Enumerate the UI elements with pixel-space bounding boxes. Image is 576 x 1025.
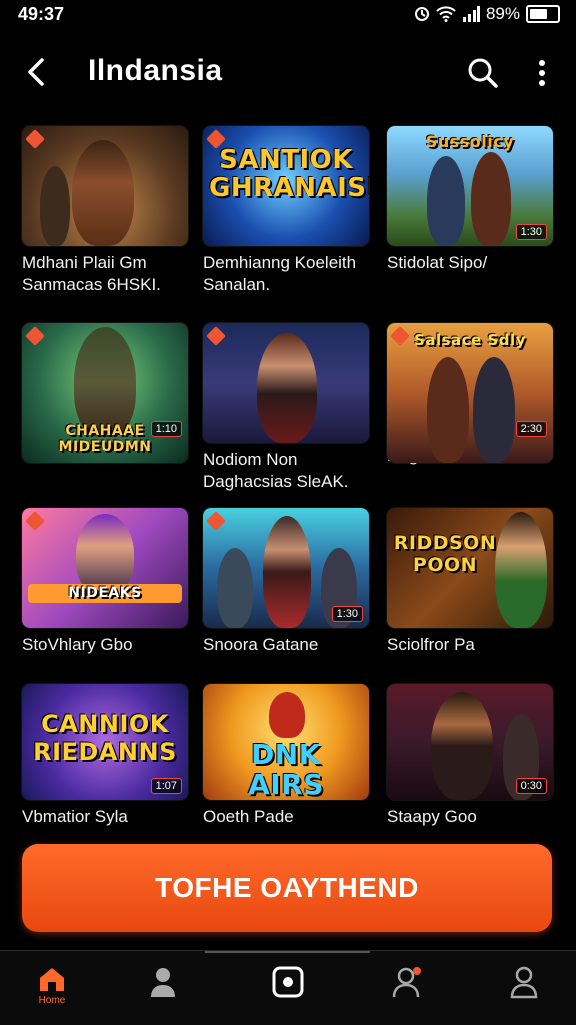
duration-badge: 1:30 bbox=[331, 606, 363, 622]
game-thumbnail: Salsace Sdly 2:30 bbox=[387, 323, 553, 463]
game-thumbnail: 1:30 bbox=[203, 508, 369, 628]
game-thumbnail: CHAHAAE MIDEUDMN 1:10 bbox=[22, 323, 188, 463]
home-icon bbox=[40, 968, 64, 991]
game-thumbnail bbox=[22, 126, 188, 246]
game-logo: Sussolicy bbox=[425, 132, 515, 151]
game-logo: SANTIOK GHRANAISN bbox=[209, 145, 369, 203]
duration-badge: 1:30 bbox=[515, 224, 547, 240]
nav-item-profile[interactable] bbox=[133, 965, 193, 1021]
game-card[interactable]: CHAHAAE MIDEUDMN 1:10 bbox=[22, 323, 188, 463]
game-card[interactable]: CANNIOK RIEDANNS 1:07 Vbmatior Syla bbox=[22, 684, 188, 828]
bottom-nav: Home bbox=[0, 950, 576, 1025]
game-logo: DNK AIRS bbox=[248, 738, 324, 800]
game-logo: NIDEAKS bbox=[28, 584, 182, 603]
game-logo: RIDDSON POON bbox=[393, 532, 497, 576]
game-thumbnail: DNK AIRS bbox=[203, 684, 369, 800]
profile-icon bbox=[151, 968, 175, 997]
duration-badge: 2:30 bbox=[515, 421, 547, 437]
game-thumbnail bbox=[203, 323, 369, 443]
game-logo: Salsace Sdly bbox=[414, 331, 526, 349]
duration-badge: 1:10 bbox=[150, 421, 182, 437]
nav-indicator bbox=[205, 951, 370, 953]
game-title: Ooeth Pade bbox=[203, 807, 294, 826]
game-thumbnail: CANNIOK RIEDANNS 1:07 bbox=[22, 684, 188, 800]
game-subtitle: Sanalan. bbox=[203, 275, 271, 294]
duration-badge: 1:07 bbox=[150, 778, 182, 794]
game-card[interactable]: Sussolicy 1:30 Stidolat Sipo/ bbox=[387, 126, 553, 274]
game-title: Stidolat Sipo/ bbox=[387, 253, 488, 272]
game-thumbnail: 0:30 bbox=[387, 684, 553, 800]
game-thumbnail: NIDEAKS bbox=[22, 508, 188, 628]
game-card[interactable]: NIDEAKS StoVhlary Gbo bbox=[22, 508, 188, 656]
game-subtitle: Daghacsias SleAK. bbox=[203, 472, 349, 491]
game-card[interactable]: Salsace Sdly 2:30 Dagai bbox=[387, 323, 553, 467]
nav-item-home[interactable]: Home bbox=[22, 965, 82, 1021]
nav-item-camera[interactable] bbox=[258, 965, 318, 1021]
game-title: Snoora Gatane bbox=[203, 635, 319, 654]
game-card[interactable]: SANTIOK GHRANAISN Demhianng Koeleith San… bbox=[203, 126, 369, 296]
game-thumbnail: SANTIOK GHRANAISN bbox=[203, 126, 369, 246]
game-logo: CANNIOK RIEDANNS bbox=[33, 710, 177, 766]
game-thumbnail: Sussolicy 1:30 bbox=[387, 126, 553, 246]
game-card[interactable]: Nodiom Non Daghacsias SleAK. bbox=[203, 323, 369, 493]
duration-badge: 0:30 bbox=[515, 778, 547, 794]
game-card[interactable]: 0:30 Staapy Goo bbox=[387, 684, 553, 828]
game-title: Vbmatior Syla bbox=[22, 807, 128, 826]
game-card[interactable]: 1:30 Snoora Gatane bbox=[203, 508, 369, 656]
game-title: StoVhlary Gbo bbox=[22, 635, 133, 654]
game-thumbnail: RIDDSON POON bbox=[387, 508, 553, 628]
user-icon bbox=[510, 966, 538, 999]
game-title: Staapy Goo bbox=[387, 807, 477, 826]
game-title: Mdhani Plaii Gm bbox=[22, 253, 147, 272]
game-title: Demhianng Koeleith bbox=[203, 253, 357, 272]
game-subtitle: Sanmacas 6HSKI. bbox=[22, 275, 161, 294]
game-card[interactable]: Mdhani Plaii Gm Sanmacas 6HSKI. bbox=[22, 126, 188, 296]
game-card[interactable]: RIDDSON POON Sciolfror Pa bbox=[387, 508, 553, 656]
nav-label-home: Home bbox=[38, 995, 66, 1006]
nav-item-user[interactable] bbox=[494, 965, 554, 1021]
camera-icon bbox=[272, 966, 304, 998]
game-grid: Mdhani Plaii Gm Sanmacas 6HSKI. SANTIOK … bbox=[0, 0, 576, 840]
game-card[interactable]: DNK AIRS Ooeth Pade bbox=[203, 684, 369, 828]
game-title: Sciolfror Pa bbox=[387, 635, 475, 654]
game-title: Nodiom Non bbox=[203, 450, 298, 469]
friends-icon bbox=[392, 967, 421, 998]
nav-item-friends[interactable] bbox=[378, 965, 438, 1021]
primary-cta-button[interactable]: TOFHE OAYTHEND bbox=[22, 844, 552, 932]
